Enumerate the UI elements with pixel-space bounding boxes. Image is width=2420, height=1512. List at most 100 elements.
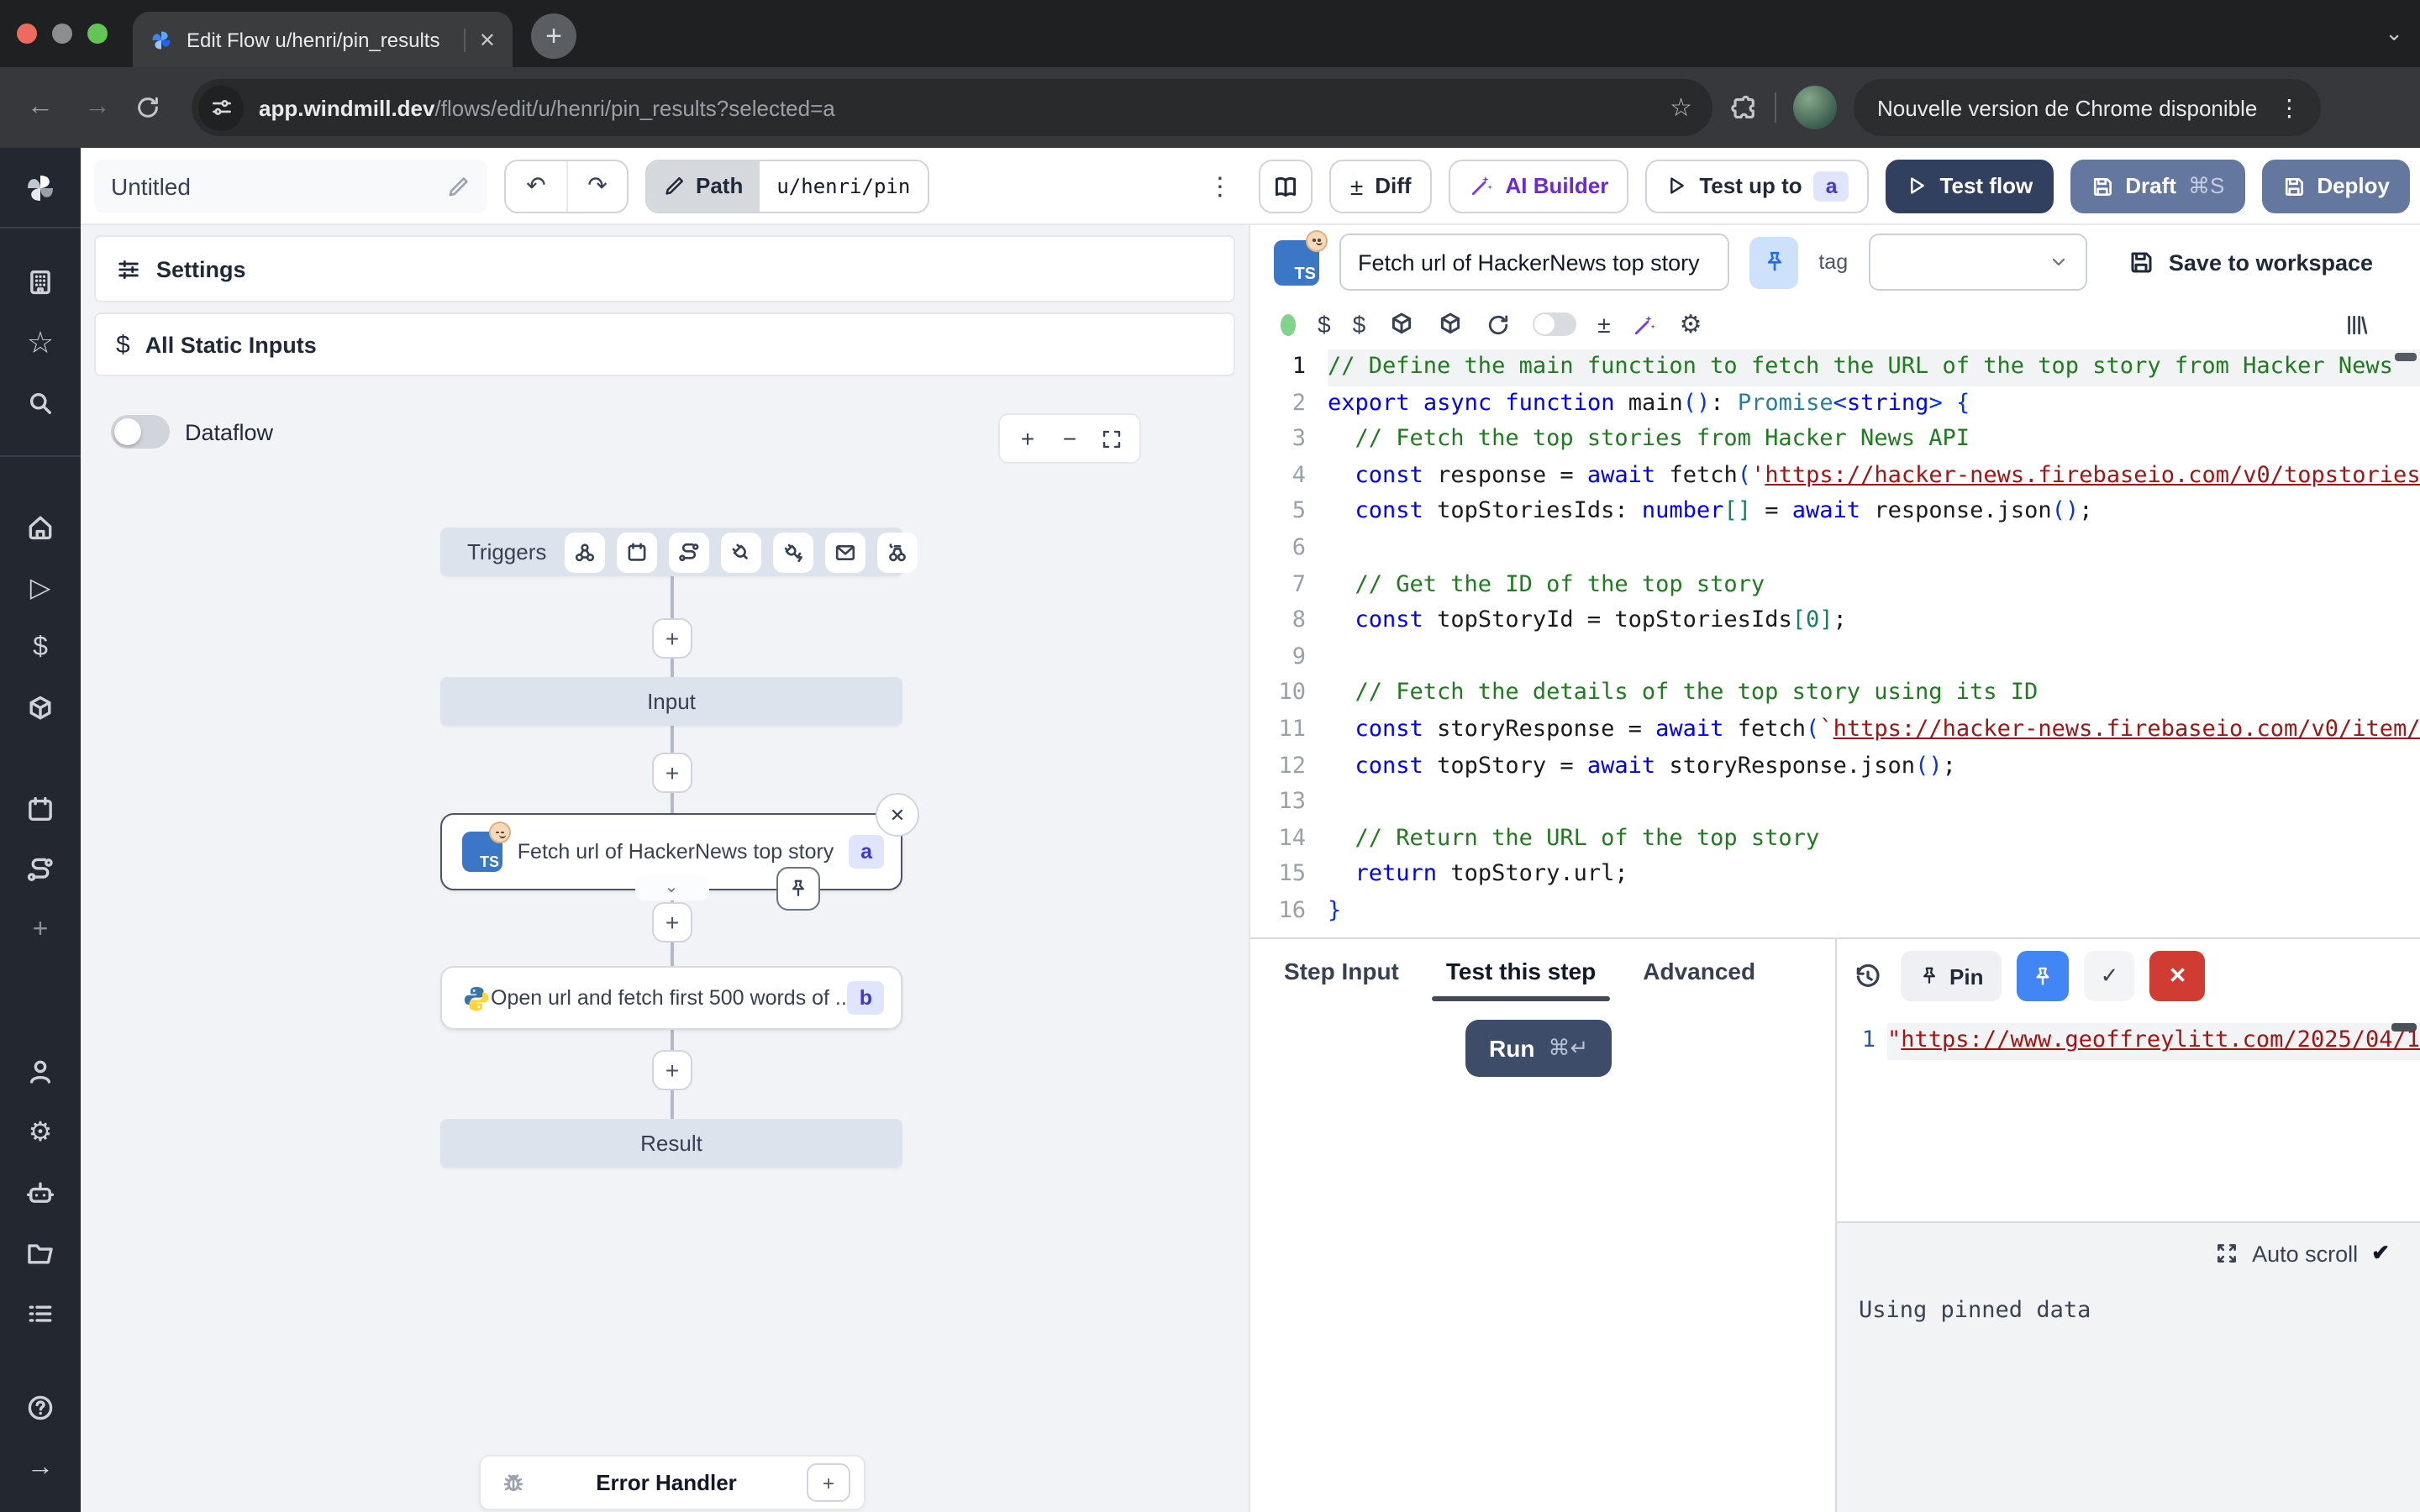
tab-test-this-step[interactable]: Test this step bbox=[1446, 939, 1596, 1001]
schedule-trigger-icon[interactable] bbox=[617, 532, 657, 572]
editor-scrollbar[interactable] bbox=[2395, 353, 2417, 361]
maximize-window-button[interactable] bbox=[87, 24, 108, 44]
flow-graph-canvas[interactable]: Dataflow + − Triggers bbox=[81, 386, 1249, 1512]
forward-icon[interactable]: → bbox=[77, 92, 118, 123]
sidebar-item-settings[interactable]: ⚙ bbox=[0, 1102, 81, 1163]
remove-pin-button[interactable]: ✕ bbox=[2149, 951, 2205, 1001]
flow-name-field[interactable] bbox=[94, 159, 487, 213]
error-handler-node[interactable]: Error Handler + bbox=[479, 1455, 865, 1510]
back-icon[interactable]: ← bbox=[20, 92, 60, 123]
all-static-inputs-row[interactable]: $ All Static Inputs bbox=[94, 312, 1235, 376]
sidebar-item-variables[interactable]: $ bbox=[0, 618, 81, 679]
poll-trigger-icon[interactable] bbox=[877, 532, 918, 572]
url-bar[interactable]: app.windmill.dev/flows/edit/u/henri/pin_… bbox=[192, 79, 1712, 136]
triggers-node[interactable]: Triggers bbox=[440, 528, 902, 576]
path-chip[interactable]: Path u/henri/pin bbox=[645, 159, 929, 213]
input-node[interactable]: Input bbox=[440, 677, 902, 726]
sidebar-item-workers[interactable] bbox=[0, 1163, 81, 1223]
fit-view-button[interactable] bbox=[1091, 428, 1133, 449]
profile-avatar[interactable] bbox=[1793, 86, 1837, 129]
sidebar-item-workspace[interactable] bbox=[0, 252, 81, 312]
close-window-button[interactable] bbox=[17, 24, 37, 44]
step-node-a[interactable]: TS Fetch url of HackerNews top story a ✕… bbox=[440, 813, 902, 890]
editor-settings-icon[interactable]: ⚙ bbox=[1680, 309, 1702, 339]
chrome-menu-icon[interactable]: ⋮ bbox=[2270, 93, 2307, 122]
browser-tab[interactable]: Edit Flow u/henri/pin_results ✕ bbox=[133, 12, 513, 67]
library-icon[interactable] bbox=[2344, 312, 2370, 337]
sidebar-item-resources[interactable] bbox=[0, 679, 81, 739]
websocket-trigger-icon[interactable] bbox=[721, 532, 761, 572]
pin-toggle-button[interactable] bbox=[1749, 236, 1798, 288]
variables-icon[interactable]: $ bbox=[1318, 311, 1331, 338]
tab-step-input[interactable]: Step Input bbox=[1284, 939, 1399, 1001]
package-icon[interactable] bbox=[1436, 311, 1463, 338]
draft-button[interactable]: Draft ⌘S bbox=[2070, 159, 2244, 213]
http-route-trigger-icon[interactable] bbox=[669, 532, 709, 572]
sidebar-item-runs[interactable]: ▷ bbox=[0, 558, 81, 618]
sidebar-item-help[interactable] bbox=[0, 1378, 81, 1438]
deploy-button[interactable]: Deploy bbox=[2261, 159, 2410, 213]
tab-close-icon[interactable]: ✕ bbox=[479, 28, 496, 51]
step-node-b[interactable]: Open url and fetch first 500 words of ..… bbox=[440, 966, 902, 1030]
confirm-pin-button[interactable]: ✓ bbox=[2084, 951, 2134, 1001]
tab-advanced[interactable]: Advanced bbox=[1643, 939, 1755, 1001]
bookmark-star-icon[interactable]: ☆ bbox=[1670, 92, 1692, 123]
sidebar-item-schedules[interactable] bbox=[0, 780, 81, 840]
result-node[interactable]: Result bbox=[440, 1119, 902, 1168]
resources-icon[interactable]: $ bbox=[1353, 311, 1366, 338]
editor-scrollbar[interactable] bbox=[2391, 1023, 2417, 1032]
test-up-to-button[interactable]: Test up to a bbox=[1645, 159, 1869, 213]
history-icon[interactable] bbox=[1854, 962, 1882, 990]
code-editor[interactable]: 1234567891011121314151617 // Define the … bbox=[1250, 349, 2420, 937]
new-tab-button[interactable]: + bbox=[531, 13, 576, 59]
sidebar-item-folders[interactable] bbox=[0, 1223, 81, 1284]
sidebar-item-favorites[interactable]: ☆ bbox=[0, 312, 81, 373]
package-icon[interactable] bbox=[1387, 311, 1414, 338]
sidebar-item-routes[interactable] bbox=[0, 840, 81, 900]
toolbar-kebab-icon[interactable]: ⋮ bbox=[1197, 171, 1243, 201]
site-settings-icon[interactable] bbox=[198, 85, 244, 130]
pinned-data-value[interactable]: "https://www.geoffreylitt.com/2025/04/12… bbox=[1887, 1023, 2420, 1110]
pinned-active-button[interactable] bbox=[2017, 951, 2069, 1001]
diff-icon[interactable]: ± bbox=[1597, 311, 1610, 338]
pinned-data-editor[interactable]: 1 "https://www.geoffreylitt.com/2025/04/… bbox=[1847, 1013, 2420, 1110]
tag-select[interactable] bbox=[1868, 234, 2088, 291]
webhook-trigger-icon[interactable] bbox=[565, 532, 605, 572]
dataflow-toggle[interactable] bbox=[111, 415, 170, 449]
add-error-handler-button[interactable]: + bbox=[807, 1463, 850, 1502]
remove-step-button[interactable]: ✕ bbox=[876, 793, 919, 837]
expand-step-chevron-icon[interactable]: ⌄ bbox=[634, 875, 708, 900]
pin-step-button[interactable] bbox=[776, 867, 820, 911]
sidebar-item-create[interactable]: + bbox=[0, 900, 81, 961]
redo-button[interactable]: ↷ bbox=[566, 160, 627, 211]
minimize-window-button[interactable] bbox=[52, 24, 72, 44]
ai-wand-icon[interactable] bbox=[1633, 312, 1658, 337]
add-step-button[interactable]: + bbox=[652, 618, 692, 659]
sidebar-item-users[interactable] bbox=[0, 1042, 81, 1102]
step-title-input[interactable] bbox=[1339, 234, 1729, 291]
flow-name-input[interactable] bbox=[111, 172, 413, 199]
add-step-button[interactable]: + bbox=[652, 1050, 692, 1090]
auto-scroll-control[interactable]: Auto scroll ✔ bbox=[1837, 1240, 2390, 1267]
undo-button[interactable]: ↶ bbox=[506, 160, 566, 211]
add-step-button[interactable]: + bbox=[652, 753, 692, 793]
sidebar-collapse-icon[interactable]: → bbox=[0, 1438, 81, 1499]
reload-icon[interactable] bbox=[134, 94, 175, 121]
zoom-out-button[interactable]: − bbox=[1049, 425, 1091, 452]
test-flow-button[interactable]: Test flow bbox=[1886, 159, 2054, 213]
tab-search-chevron-icon[interactable]: ⌄ bbox=[2385, 20, 2403, 47]
email-trigger-icon[interactable] bbox=[825, 532, 865, 572]
save-to-workspace-button[interactable]: Save to workspace bbox=[2128, 249, 2373, 276]
reload-icon[interactable] bbox=[1485, 312, 1510, 337]
sidebar-item-search[interactable] bbox=[0, 373, 81, 433]
chrome-update-button[interactable]: Nouvelle version de Chrome disponible ⋮ bbox=[1854, 79, 2321, 136]
zoom-in-button[interactable]: + bbox=[1007, 425, 1049, 452]
run-button[interactable]: Run ⌘↵ bbox=[1465, 1020, 1612, 1077]
extensions-icon[interactable] bbox=[1729, 93, 1758, 122]
flow-settings-row[interactable]: Settings bbox=[94, 235, 1235, 302]
ai-builder-button[interactable]: AI Builder bbox=[1449, 159, 1629, 213]
sidebar-item-logs[interactable] bbox=[0, 1284, 81, 1344]
code-content[interactable]: // Define the main function to fetch the… bbox=[1328, 349, 2420, 937]
kafka-trigger-icon[interactable] bbox=[773, 532, 813, 572]
diff-button[interactable]: ± Diff bbox=[1330, 159, 1432, 213]
